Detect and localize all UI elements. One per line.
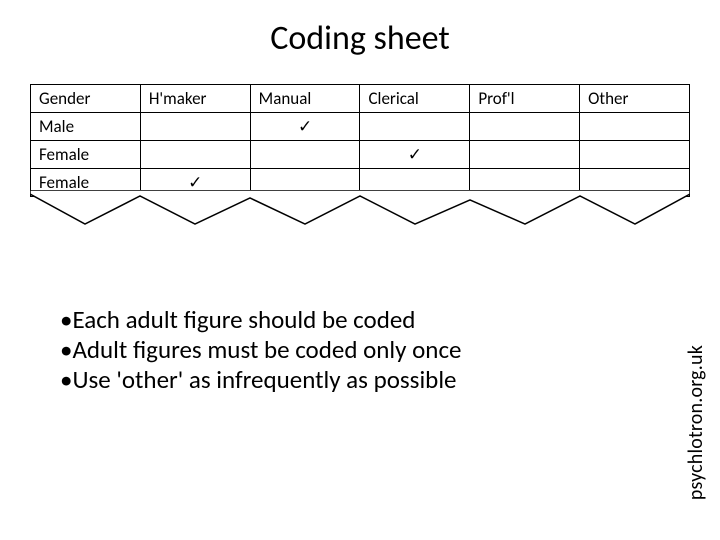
cell-other <box>580 113 690 141</box>
col-hmaker: H'maker <box>140 85 250 113</box>
cell-gender: Female <box>31 141 141 169</box>
cell-other <box>580 141 690 169</box>
cell-hmaker <box>140 141 250 169</box>
col-profl: Prof'l <box>470 85 580 113</box>
bullet-item: •Use 'other' as infrequently as possible <box>60 365 620 395</box>
cell-manual <box>250 141 360 169</box>
col-gender: Gender <box>31 85 141 113</box>
cell-profl <box>470 113 580 141</box>
bullet-item: •Adult figures must be coded only once <box>60 335 620 365</box>
cell-manual: ✓ <box>250 113 360 141</box>
table-header-row: Gender H'maker Manual Clerical Prof'l Ot… <box>31 85 690 113</box>
coding-table: Gender H'maker Manual Clerical Prof'l Ot… <box>30 84 690 197</box>
bullet-list: •Each adult figure should be coded •Adul… <box>60 305 620 395</box>
table-row: Male ✓ <box>31 113 690 141</box>
page-title: Coding sheet <box>0 18 720 59</box>
table-row: Female ✓ <box>31 141 690 169</box>
cell-clerical <box>360 113 470 141</box>
side-url: psychlotron.org.uk <box>684 345 708 500</box>
cell-profl <box>470 141 580 169</box>
cell-clerical: ✓ <box>360 141 470 169</box>
cell-gender: Male <box>31 113 141 141</box>
col-other: Other <box>580 85 690 113</box>
col-manual: Manual <box>250 85 360 113</box>
table: Gender H'maker Manual Clerical Prof'l Ot… <box>30 84 690 197</box>
bullet-item: •Each adult figure should be coded <box>60 305 620 335</box>
slide: Coding sheet Gender H'maker Manual Cleri… <box>0 0 720 540</box>
col-clerical: Clerical <box>360 85 470 113</box>
cell-hmaker <box>140 113 250 141</box>
torn-edge <box>30 190 690 234</box>
